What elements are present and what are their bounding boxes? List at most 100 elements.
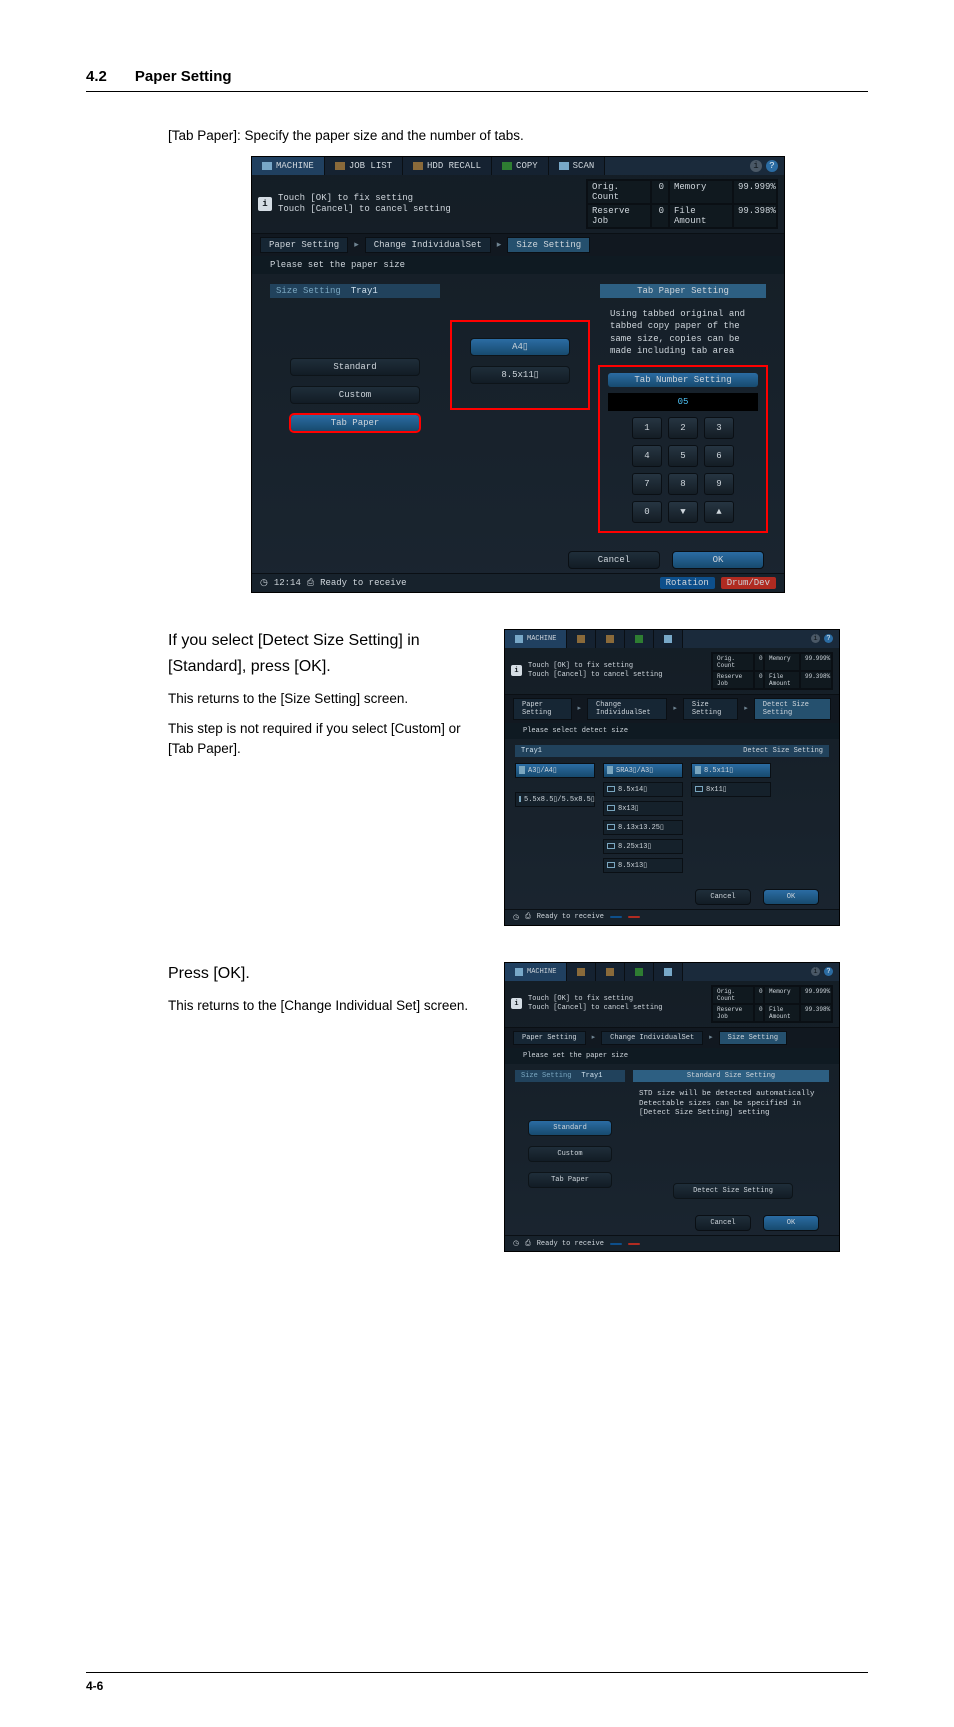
size-sra3[interactable]: SRA3▯/A3▯ [603, 763, 683, 778]
key-8[interactable]: 8 [668, 473, 698, 495]
landscape-icon [695, 786, 703, 792]
tab-hdd[interactable]: HDD RECALL [403, 157, 492, 175]
chevron-right-icon: ▸ [354, 240, 359, 250]
crumb-change-individual[interactable]: Change IndividualSet [601, 1031, 703, 1045]
info-line2: Touch [Cancel] to cancel setting [528, 671, 662, 680]
size-label: 8.5x11▯ [704, 766, 733, 775]
crumb-paper-setting[interactable]: Paper Setting [513, 698, 572, 720]
hdd-icon [606, 968, 614, 976]
ok-button[interactable]: OK [763, 1215, 819, 1231]
size-label: 5.5x8.5▯/5.5x8.5▯ [524, 795, 595, 804]
cancel-button[interactable]: Cancel [568, 551, 660, 569]
size-85x14[interactable]: 8.5x14▯ [603, 782, 683, 797]
crumb-detect-size[interactable]: Detect Size Setting [754, 698, 831, 720]
rotation-chip [610, 1243, 622, 1245]
info-round-icon[interactable]: i [811, 967, 820, 976]
tab-paper-button[interactable]: Tab Paper [290, 414, 420, 432]
key-4[interactable]: 4 [632, 445, 662, 467]
a4-button[interactable]: A4▯ [470, 338, 570, 356]
tab-hdd[interactable] [596, 963, 625, 981]
info-round-icon[interactable]: i [811, 634, 820, 643]
crumb-size-setting[interactable]: Size Setting [507, 237, 590, 253]
chevron-right-icon: ▸ [709, 1033, 713, 1042]
drumdev-chip: Drum/Dev [721, 577, 776, 589]
ready-text: Ready to receive [537, 1240, 604, 1248]
size-label: 8x13▯ [618, 804, 639, 813]
crumb-change-individual[interactable]: Change IndividualSet [587, 698, 667, 720]
tab-machine[interactable]: MACHINE [505, 630, 567, 648]
key-up[interactable]: ▲ [704, 501, 734, 523]
scan-icon [664, 635, 672, 643]
tab-paper-button[interactable]: Tab Paper [528, 1172, 612, 1188]
crumb-size-setting[interactable]: Size Setting [719, 1031, 787, 1045]
info-round-icon[interactable]: i [750, 160, 762, 172]
key-9[interactable]: 9 [704, 473, 734, 495]
status-table: Orig. Count 0 Memory 99.999% Reserve Job… [586, 179, 778, 229]
custom-button[interactable]: Custom [528, 1146, 612, 1162]
85x11-button[interactable]: 8.5x11▯ [470, 366, 570, 384]
size-55x85[interactable]: 5.5x8.5▯/5.5x8.5▯ [515, 792, 595, 807]
ok-button[interactable]: OK [672, 551, 764, 569]
copy-icon [635, 635, 643, 643]
tab-copy[interactable]: COPY [492, 157, 549, 175]
status-orig-label: Orig. Count [712, 653, 754, 671]
tab-joblist[interactable] [567, 630, 596, 648]
standard-button[interactable]: Standard [290, 358, 420, 376]
joblist-icon [577, 968, 585, 976]
tab-copy[interactable] [625, 963, 654, 981]
tab-scan[interactable]: SCAN [549, 157, 606, 175]
crumb-paper-setting[interactable]: Paper Setting [260, 237, 348, 253]
size-85x13[interactable]: 8.5x13▯ [603, 858, 683, 873]
info-line1: Touch [OK] to fix setting [528, 995, 662, 1004]
key-6[interactable]: 6 [704, 445, 734, 467]
status-file-label: File Amount [669, 204, 733, 228]
help-icon[interactable]: ? [824, 634, 833, 643]
standard-button[interactable]: Standard [528, 1120, 612, 1136]
ready-text: Ready to receive [320, 578, 406, 588]
help-icon[interactable]: ? [766, 160, 778, 172]
crumb-paper-setting[interactable]: Paper Setting [513, 1031, 586, 1045]
drumdev-chip [628, 1243, 640, 1245]
ok-button[interactable]: OK [763, 889, 819, 905]
prompt-select-detect-size: Please select detect size [505, 723, 839, 739]
tab-joblist[interactable] [567, 963, 596, 981]
custom-button[interactable]: Custom [290, 386, 420, 404]
tab-joblist[interactable]: JOB LIST [325, 157, 403, 175]
landscape-icon [607, 824, 615, 830]
tab-machine[interactable]: MACHINE [252, 157, 325, 175]
help-icon[interactable]: ? [824, 967, 833, 976]
screenshot-detect-size: MACHINE i? i Touch [OK] to fix setting T… [504, 629, 840, 926]
cancel-button[interactable]: Cancel [695, 889, 751, 905]
size-a3-a4[interactable]: A3▯/A4▯ [515, 763, 595, 778]
key-1[interactable]: 1 [632, 417, 662, 439]
size-8x11[interactable]: 8x11▯ [691, 782, 771, 797]
key-5[interactable]: 5 [668, 445, 698, 467]
size-813x1325[interactable]: 8.13x13.25▯ [603, 820, 683, 835]
scan-icon [559, 162, 569, 170]
clock-icon: ◷ [260, 578, 268, 588]
size-85x11[interactable]: 8.5x11▯ [691, 763, 771, 778]
status-res-label: Reserve Job [712, 1004, 754, 1022]
tab-scan[interactable] [654, 963, 683, 981]
tab-copy[interactable] [625, 630, 654, 648]
detect-size-setting-button[interactable]: Detect Size Setting [673, 1183, 793, 1199]
status-mem-label: Memory [764, 653, 800, 671]
size-setting-label: Size Setting [276, 286, 341, 296]
crumb-change-individual[interactable]: Change IndividualSet [365, 237, 491, 253]
key-down[interactable]: ▼ [668, 501, 698, 523]
key-3[interactable]: 3 [704, 417, 734, 439]
key-2[interactable]: 2 [668, 417, 698, 439]
size-825x13[interactable]: 8.25x13▯ [603, 839, 683, 854]
chevron-right-icon: ▸ [744, 704, 748, 713]
cancel-button[interactable]: Cancel [695, 1215, 751, 1231]
key-7[interactable]: 7 [632, 473, 662, 495]
prompt-set-paper-size: Please set the paper size [505, 1048, 839, 1064]
tab-hdd[interactable] [596, 630, 625, 648]
key-0[interactable]: 0 [632, 501, 662, 523]
paper-size-options: A4▯ 8.5x11▯ [450, 320, 590, 410]
crumb-size-setting[interactable]: Size Setting [683, 698, 738, 720]
status-mem-value: 99.999% [733, 180, 777, 204]
tab-scan[interactable] [654, 630, 683, 648]
size-8x13[interactable]: 8x13▯ [603, 801, 683, 816]
tab-machine[interactable]: MACHINE [505, 963, 567, 981]
